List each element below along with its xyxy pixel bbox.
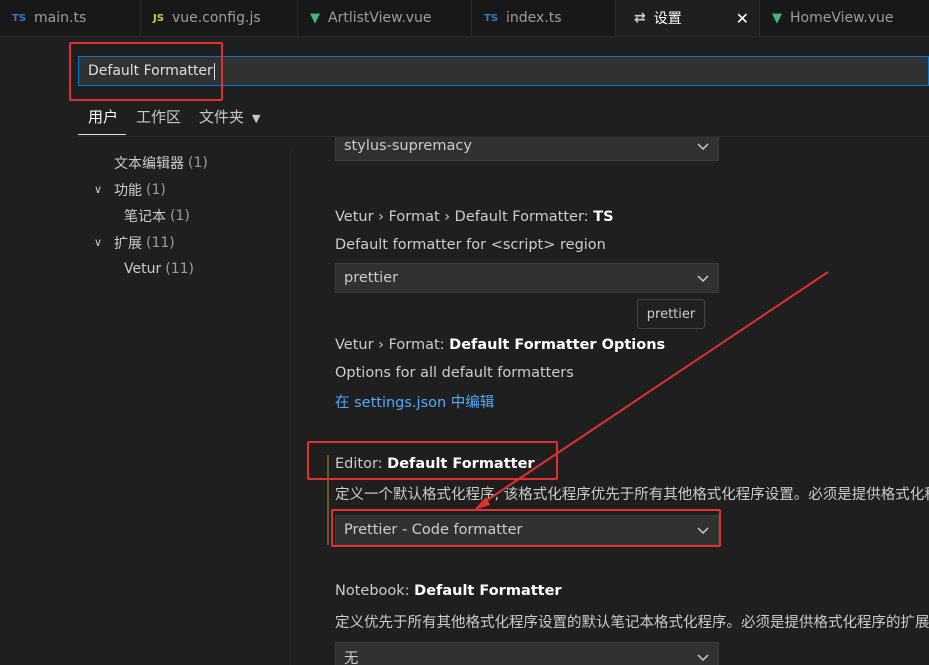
hover-tooltip: prettier xyxy=(637,299,705,329)
tab-homeview-vue[interactable]: ▼ HomeView.vue xyxy=(760,0,929,36)
setting-prefix: Notebook: xyxy=(335,583,415,599)
edit-in-settings-json-link[interactable]: 在 settings.json 中编辑 xyxy=(335,391,665,412)
setting-stylus-formatter: stylus-supremacy xyxy=(335,137,719,161)
toc-item-features[interactable]: ∨ 功能 (1) xyxy=(0,177,290,204)
setting-description: Options for all default formatters xyxy=(335,365,574,381)
toc-label: Vetur xyxy=(124,261,162,278)
javascript-icon: JS xyxy=(153,12,164,24)
ts-formatter-select[interactable]: prettier xyxy=(335,263,719,293)
toc-item-vetur[interactable]: Vetur (11) xyxy=(0,256,290,283)
select-value: stylus-supremacy xyxy=(344,138,472,154)
tab-user[interactable]: 用户 xyxy=(78,100,127,135)
toc-count: (11) xyxy=(165,261,194,278)
toc-label: 文本编辑器 xyxy=(114,156,184,173)
settings-list: stylus-supremacy Vetur › Format › Defaul… xyxy=(292,137,929,665)
settings-sliders-icon: ⇄ xyxy=(634,10,646,26)
caret-down-icon[interactable]: ▼ xyxy=(252,112,260,125)
tab-settings[interactable]: ⇄ 设置 ✕ xyxy=(616,0,760,36)
setting-vetur-formatter-options: Vetur › Format: Default Formatter Option… xyxy=(335,337,665,412)
tab-vue-config-js[interactable]: JS vue.config.js xyxy=(141,0,298,36)
notebook-formatter-select[interactable]: 无 xyxy=(335,642,719,665)
annotation-box-search xyxy=(69,42,223,101)
tab-label: vue.config.js xyxy=(171,10,261,26)
chevron-down-icon[interactable]: ∨ xyxy=(94,236,114,249)
setting-prefix: Vetur › Format › Default Formatter: xyxy=(335,209,594,225)
toc-label: 扩展 xyxy=(114,235,142,252)
tab-artlistview-vue[interactable]: ▼ ArtlistView.vue xyxy=(298,0,472,36)
setting-description: Default formatter for <script> region xyxy=(335,237,606,253)
toc-count: (1) xyxy=(188,155,208,172)
toc-item-text-editor[interactable]: 文本编辑器 (1) xyxy=(0,150,290,177)
toc-count: (1) xyxy=(170,208,190,225)
select-value: prettier xyxy=(344,270,399,286)
chevron-down-icon[interactable]: ∨ xyxy=(94,183,114,196)
typescript-icon: TS xyxy=(484,12,499,24)
tab-folder[interactable]: 文件夹 ▼ xyxy=(197,100,262,134)
toc-item-extensions[interactable]: ∨ 扩展 (11) xyxy=(0,230,290,257)
tab-label: 设置 xyxy=(653,11,682,27)
vue-icon: ▼ xyxy=(310,10,320,26)
toc-count: (1) xyxy=(146,181,166,198)
settings-scope-tabs: 用户 工作区 文件夹 ▼ xyxy=(78,100,277,136)
tab-label: main.ts xyxy=(34,10,87,26)
tab-label: ArtlistView.vue xyxy=(328,10,432,26)
setting-name: Default Formatter Options xyxy=(449,337,666,353)
annotation-box-setting-title xyxy=(307,441,558,480)
setting-title: Vetur › Format › Default Formatter: TS xyxy=(335,209,719,229)
setting-description: 定义一个默认格式化程序, 该格式化程序优先于所有其他格式化程序设置。必须是提供格… xyxy=(335,487,929,503)
tab-workspace[interactable]: 工作区 xyxy=(134,100,183,134)
select-value: 无 xyxy=(344,650,359,665)
toc-label: 笔记本 xyxy=(124,209,166,226)
setting-title: Notebook: Default Formatter xyxy=(335,583,929,603)
tab-label: index.ts xyxy=(506,10,562,26)
stylus-formatter-select[interactable]: stylus-supremacy xyxy=(335,137,719,161)
editor-tab-bar: TS main.ts JS vue.config.js ▼ ArtlistVie… xyxy=(0,0,929,37)
toc-count: (11) xyxy=(146,234,175,251)
chevron-down-icon xyxy=(697,275,709,283)
close-icon[interactable]: ✕ xyxy=(736,9,749,28)
tab-label: HomeView.vue xyxy=(790,10,894,26)
setting-prefix: Vetur › Format: xyxy=(335,337,450,353)
chevron-down-icon xyxy=(697,654,709,662)
tab-folder-label: 文件夹 xyxy=(199,108,245,126)
sidebar-divider xyxy=(290,150,291,665)
vue-icon: ▼ xyxy=(772,10,782,26)
setting-notebook-default-formatter: Notebook: Default Formatter 定义优先于所有其他格式化… xyxy=(335,583,929,665)
tab-main-ts[interactable]: TS main.ts xyxy=(0,0,141,36)
setting-name: TS xyxy=(593,209,614,225)
tab-index-ts[interactable]: TS index.ts xyxy=(472,0,616,36)
typescript-icon: TS xyxy=(12,12,27,24)
settings-toc-tree: 文本编辑器 (1) ∨ 功能 (1) 笔记本 (1) ∨ 扩展 (11) Vetur (11) xyxy=(0,150,290,283)
setting-title: Vetur › Format: Default Formatter Option… xyxy=(335,337,665,357)
chevron-down-icon xyxy=(697,143,709,151)
setting-description: 定义优先于所有其他格式化程序设置的默认笔记本格式化程序。必须是提供格式化程序的扩… xyxy=(335,615,929,631)
annotation-box-select xyxy=(331,509,721,547)
toc-item-notebook[interactable]: 笔记本 (1) xyxy=(0,203,290,230)
setting-vetur-ts-formatter: Vetur › Format › Default Formatter: TS D… xyxy=(335,209,719,293)
toc-label: 功能 xyxy=(114,182,142,199)
setting-name: Default Formatter xyxy=(414,583,562,599)
